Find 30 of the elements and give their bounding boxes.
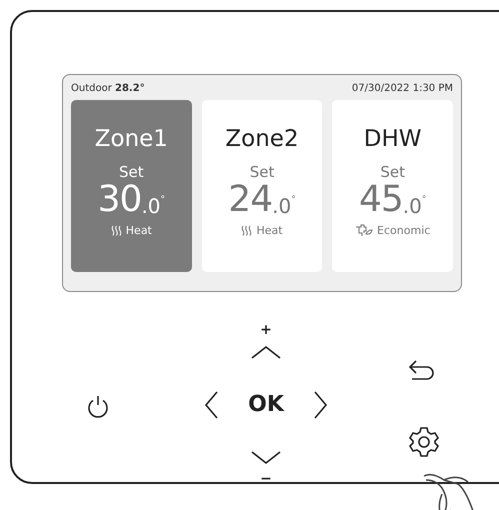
eco-faucet-icon xyxy=(355,224,374,237)
power-icon[interactable] xyxy=(86,395,110,419)
zone-card[interactable]: Zone1 Set 30.0° Heat xyxy=(71,100,192,272)
zone-name: Zone1 xyxy=(94,128,168,151)
up-chevron-icon[interactable] xyxy=(251,345,281,359)
ok-button[interactable]: OK xyxy=(248,394,284,416)
set-label: Set xyxy=(119,165,144,180)
back-arrow-icon[interactable] xyxy=(408,360,436,382)
mode-label: Heat xyxy=(256,224,283,237)
right-chevron-icon[interactable] xyxy=(314,391,328,419)
zone-card[interactable]: Zone2 Set 24.0° Heat xyxy=(202,100,322,272)
left-chevron-icon[interactable] xyxy=(204,391,218,419)
plus-label: + xyxy=(260,323,272,337)
zone-name: DHW xyxy=(364,128,422,151)
heat-icon xyxy=(110,225,122,236)
set-label: Set xyxy=(380,165,405,180)
date-time: 07/30/2022 1:30 PM xyxy=(352,82,453,94)
zone-name: Zone2 xyxy=(225,128,299,151)
set-label: Set xyxy=(250,165,274,180)
down-chevron-icon[interactable] xyxy=(251,451,281,465)
outdoor-temperature: Outdoor 28.2° xyxy=(71,82,145,94)
set-temperature: 24.0° xyxy=(228,182,296,218)
heat-icon xyxy=(241,225,252,236)
settings-icon[interactable] xyxy=(408,426,440,458)
set-temperature: 30.0° xyxy=(98,182,166,218)
mode-label: Heat xyxy=(126,224,152,237)
zone-card[interactable]: DHW Set 45.0° Economic xyxy=(332,100,454,272)
mode-label: Economic xyxy=(377,224,430,237)
set-temperature: 45.0° xyxy=(358,182,426,218)
minus-label: − xyxy=(260,472,272,486)
